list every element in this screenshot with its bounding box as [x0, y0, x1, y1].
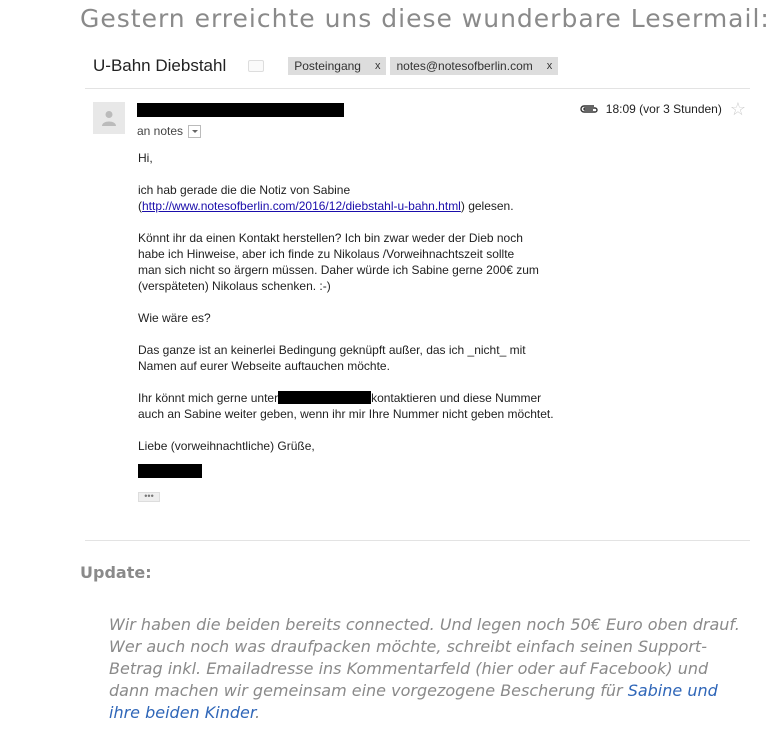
recipient-details-dropdown-icon[interactable] [188, 124, 202, 138]
star-icon[interactable]: ☆ [730, 100, 746, 118]
label-chip-notes[interactable]: notes@notesofberlin.com x [390, 57, 559, 75]
paragraph-1: ich hab gerade die die Notiz von Sabine … [138, 182, 698, 214]
closing: Liebe (vorweihnachtliche) Grüße, [138, 439, 315, 453]
importance-marker-icon[interactable] [248, 60, 265, 72]
update-heading: Update: [80, 563, 152, 582]
label-chip-text: Posteingang [294, 59, 361, 73]
post-headline: Gestern erreichte uns diese wunderbare L… [80, 4, 767, 33]
recipients-line: an notes [137, 124, 202, 138]
divider [85, 540, 750, 541]
paragraph-line: man sich nicht so ärgern müssen. Daher w… [138, 263, 539, 277]
paragraph-line: Könnt ihr da einen Kontakt herstellen? I… [138, 231, 523, 245]
subject-row: U-Bahn Diebstahl Posteingang x notes@not… [93, 54, 562, 78]
signature-redacted [138, 464, 202, 478]
update-end: . [254, 703, 261, 722]
paragraph-3: Das ganze ist an keinerlei Bedingung gek… [138, 342, 698, 374]
paragraph-4: Ihr könnt mich gerne unter kontaktieren u… [138, 390, 698, 422]
sender-avatar [93, 102, 125, 134]
paragraph-line: habe ich Hinweise, aber ich finde zu Nik… [138, 247, 515, 261]
email-subject: U-Bahn Diebstahl [93, 56, 227, 75]
label-chip-text: notes@notesofberlin.com [396, 59, 533, 73]
paragraph-line: Ihr könnt mich gerne unter [138, 391, 279, 405]
remove-label-icon[interactable]: x [547, 60, 553, 72]
message-meta: 18:09 (vor 3 Stunden) ☆ [580, 100, 746, 118]
paragraph-line: Namen auf eurer Webseite auftauchen möch… [138, 359, 390, 373]
recipients-text: an notes [137, 124, 184, 138]
divider [85, 88, 750, 89]
message-time: 18:09 (vor 3 Stunden) [605, 102, 722, 116]
email-screenshot: U-Bahn Diebstahl Posteingang x notes@not… [85, 46, 750, 542]
update-quote: Wir haben die beiden bereits connected. … [109, 614, 749, 724]
paragraph-line: Das ganze ist an keinerlei Bedingung gek… [138, 343, 526, 357]
paragraph-line: ich hab gerade die die Notiz von Sabine [138, 183, 351, 197]
paragraph-2: Könnt ihr da einen Kontakt herstellen? I… [138, 230, 698, 294]
email-body: Hi, ich hab gerade die die Notiz von Sab… [138, 150, 698, 502]
article-link[interactable]: http://www.notesofberlin.com/2016/12/die… [142, 199, 461, 213]
question: Wie wäre es? [138, 311, 211, 325]
sender-redacted [137, 103, 344, 117]
person-icon [102, 111, 116, 126]
paragraph-line: kontaktieren und diese Nummer [371, 391, 542, 405]
paragraph-line: (verspäteten) Nikolaus schenken. :-) [138, 279, 331, 293]
remove-label-icon[interactable]: x [375, 60, 381, 72]
paragraph-line: auch an Sabine weiter geben, wenn ihr mi… [138, 407, 554, 421]
show-trimmed-content-button[interactable]: ••• [138, 492, 160, 502]
paperclip-icon [580, 105, 598, 113]
paren-close: ) gelesen. [460, 199, 514, 213]
label-chip-inbox[interactable]: Posteingang x [288, 57, 387, 75]
greeting: Hi, [138, 151, 153, 165]
phone-redacted [278, 391, 372, 404]
